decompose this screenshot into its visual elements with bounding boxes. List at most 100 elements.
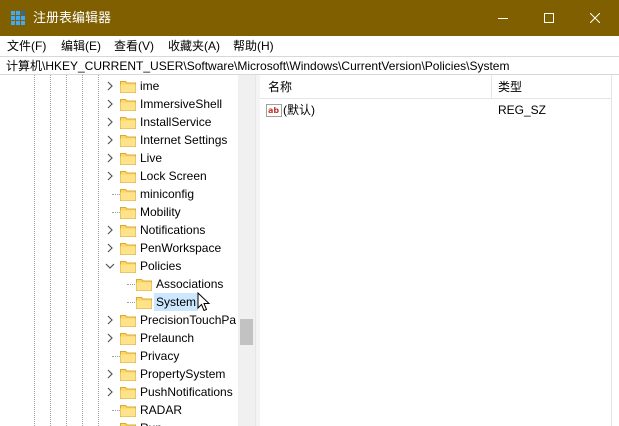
tree-item-label[interactable]: Associations: [154, 275, 225, 293]
folder-icon: [120, 117, 136, 129]
column-separator[interactable]: [491, 75, 492, 99]
chevron-right-icon[interactable]: [104, 134, 116, 146]
tree-item-associations[interactable]: Associations: [0, 275, 238, 293]
column-type-header[interactable]: 类型: [498, 80, 522, 94]
address-bar[interactable]: 计算机\HKEY_CURRENT_USER\Software\Microsoft…: [0, 56, 619, 75]
tree-item-label[interactable]: miniconfig: [138, 185, 196, 203]
key-tree: ime ImmersiveShell InstallService Internet …: [0, 75, 256, 426]
chevron-right-icon[interactable]: [104, 314, 116, 326]
address-path[interactable]: 计算机\HKEY_CURRENT_USER\Software\Microsoft…: [6, 58, 509, 74]
folder-icon: [136, 279, 152, 291]
folder-icon: [120, 351, 136, 363]
tree-item-label[interactable]: Internet Settings: [138, 131, 229, 149]
folder-icon: [120, 333, 136, 345]
close-icon: [590, 13, 600, 23]
chevron-down-icon[interactable]: [104, 260, 116, 272]
maximize-button[interactable]: [526, 0, 572, 36]
tree-item-label[interactable]: Run: [138, 419, 164, 426]
chevron-right-icon[interactable]: [104, 224, 116, 236]
tree-item-label[interactable]: Privacy: [138, 347, 181, 365]
tree-item-radar[interactable]: RADAR: [0, 401, 238, 419]
tree-item-label[interactable]: Mobility: [138, 203, 183, 221]
value-name: (默认): [283, 103, 315, 117]
folder-icon: [120, 153, 136, 165]
tree-item-penworkspace[interactable]: PenWorkspace: [0, 239, 238, 257]
menu-favorites[interactable]: 收藏夹(A): [168, 38, 220, 54]
tree-connector: [112, 410, 120, 411]
minimize-button[interactable]: [480, 0, 526, 36]
menu-file[interactable]: 文件(F): [7, 38, 46, 54]
folder-icon: [136, 297, 152, 309]
tree-connector: [127, 284, 135, 285]
tree-connector: [112, 194, 120, 195]
tree-item-policies[interactable]: Policies: [0, 257, 238, 275]
chevron-right-icon[interactable]: [104, 116, 116, 128]
chevron-right-icon[interactable]: [104, 386, 116, 398]
folder-icon: [120, 81, 136, 93]
tree-item-label[interactable]: InstallService: [138, 113, 213, 131]
tree-item-ime[interactable]: ime: [0, 77, 238, 95]
tree-item-installservice[interactable]: InstallService: [0, 113, 238, 131]
tree-item-immersiveshell[interactable]: ImmersiveShell: [0, 95, 238, 113]
tree-item-label[interactable]: ime: [138, 77, 161, 95]
tree-item-label[interactable]: Notifications: [138, 221, 207, 239]
tree-item-label[interactable]: System: [154, 293, 199, 311]
tree-item-propertysystem[interactable]: PropertySystem: [0, 365, 238, 383]
folder-icon: [120, 405, 136, 417]
tree-item-label[interactable]: Prelaunch: [138, 329, 196, 347]
chevron-right-icon[interactable]: [104, 98, 116, 110]
folder-icon: [120, 261, 136, 273]
column-name-header[interactable]: 名称: [268, 80, 292, 94]
tree-item-mobility[interactable]: Mobility: [0, 203, 238, 221]
tree-item-label[interactable]: PropertySystem: [138, 365, 227, 383]
folder-icon: [120, 243, 136, 255]
string-value-icon: ab: [266, 104, 282, 117]
tree-item-label[interactable]: Policies: [138, 257, 183, 275]
tree-item-precisiontouchpa[interactable]: PrecisionTouchPa: [0, 311, 238, 329]
mouse-pointer-icon: [197, 292, 211, 312]
chevron-right-icon[interactable]: [104, 170, 116, 182]
tree-item-label[interactable]: PenWorkspace: [138, 239, 223, 257]
chevron-right-icon[interactable]: [104, 152, 116, 164]
menu-edit[interactable]: 编辑(E): [61, 38, 101, 54]
value-type: REG_SZ: [498, 103, 547, 117]
folder-icon: [120, 189, 136, 201]
tree-item-label[interactable]: ImmersiveShell: [138, 95, 224, 113]
tree-item-internet-settings[interactable]: Internet Settings: [0, 131, 238, 149]
tree-item-notifications[interactable]: Notifications: [0, 221, 238, 239]
folder-icon: [120, 171, 136, 183]
chevron-right-icon[interactable]: [104, 332, 116, 344]
tree-item-label[interactable]: RADAR: [138, 401, 184, 419]
chevron-right-icon[interactable]: [104, 368, 116, 380]
value-row[interactable]: ab (默认) REG_SZ: [260, 101, 611, 119]
window-title: 注册表编辑器: [33, 10, 112, 25]
tree-item-label[interactable]: Live: [138, 149, 164, 167]
folder-icon: [120, 135, 136, 147]
chevron-right-icon[interactable]: [104, 242, 116, 254]
tree-item-label[interactable]: PushNotifications: [138, 383, 235, 401]
menu-help[interactable]: 帮助(H): [233, 38, 274, 54]
tree-item-label[interactable]: PrecisionTouchPa: [138, 311, 238, 329]
tree-scrollbar[interactable]: [238, 75, 255, 426]
chevron-right-icon[interactable]: [104, 80, 116, 92]
values-list: 名称 类型 ab (默认) REG_SZ: [260, 75, 619, 426]
folder-icon: [120, 315, 136, 327]
tree-item-live[interactable]: Live: [0, 149, 238, 167]
tree-connector: [127, 302, 135, 303]
folder-icon: [120, 387, 136, 399]
close-button[interactable]: [572, 0, 618, 36]
tree-item-pushnotifications[interactable]: PushNotifications: [0, 383, 238, 401]
tree-item-miniconfig[interactable]: miniconfig: [0, 185, 238, 203]
tree-item-label[interactable]: Lock Screen: [138, 167, 209, 185]
tree-item-lock-screen[interactable]: Lock Screen: [0, 167, 238, 185]
title-bar: 注册表编辑器: [0, 0, 619, 36]
menu-view[interactable]: 查看(V): [114, 38, 154, 54]
folder-icon: [120, 423, 136, 426]
tree-scroll-thumb[interactable]: [240, 319, 253, 345]
tree-item-prelaunch[interactable]: Prelaunch: [0, 329, 238, 347]
tree-item-privacy[interactable]: Privacy: [0, 347, 238, 365]
tree-connector: [112, 212, 120, 213]
tree-item-run[interactable]: Run: [0, 419, 238, 426]
folder-icon: [120, 99, 136, 111]
regedit-app-icon: [11, 11, 25, 25]
